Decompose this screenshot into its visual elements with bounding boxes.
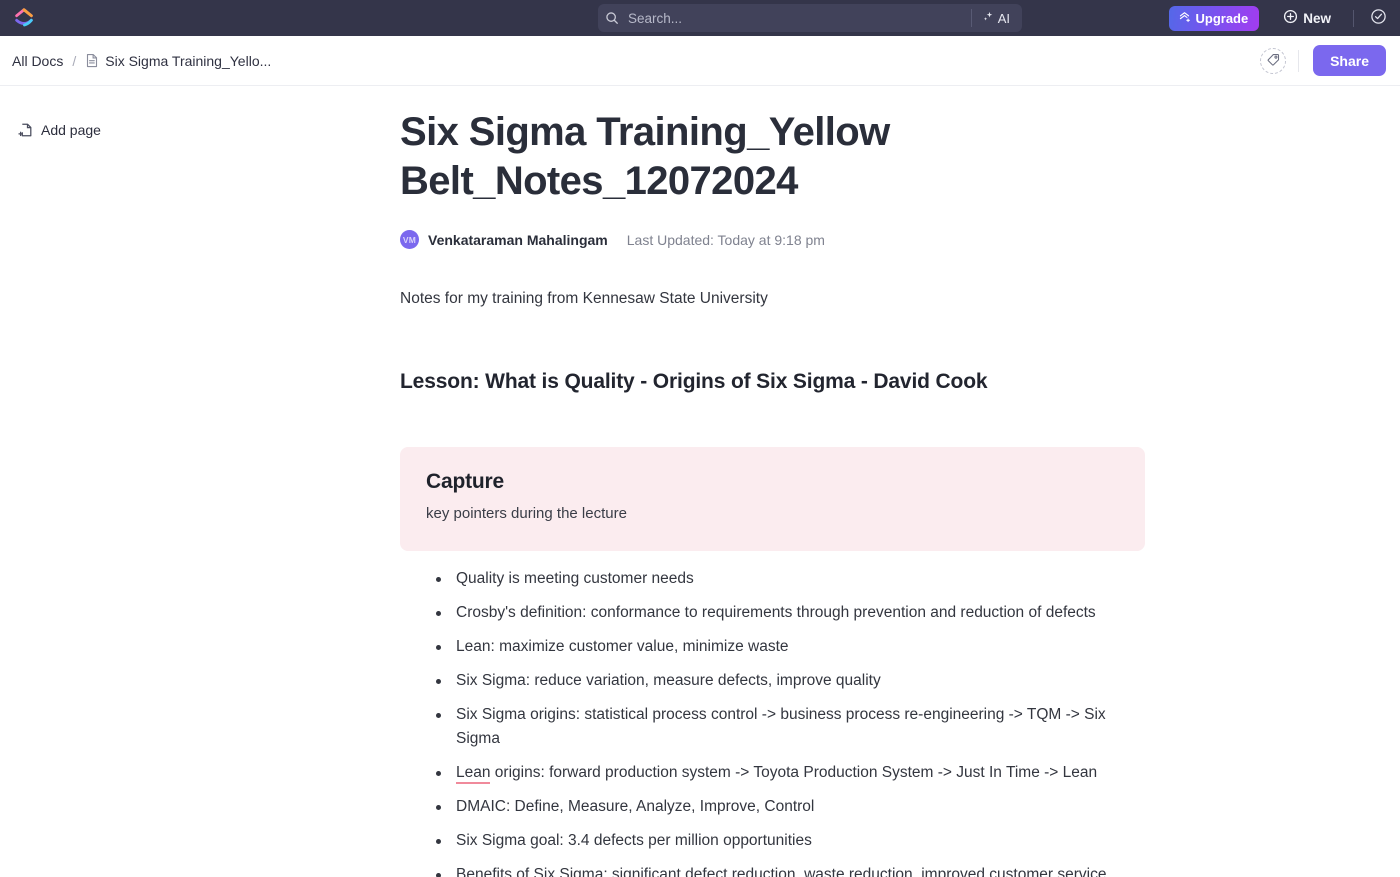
breadcrumb-bar: All Docs / Six Sigma Training_Yello... S…	[0, 36, 1400, 86]
new-button-label: New	[1303, 10, 1331, 26]
list-item[interactable]: Lean: maximize customer value, minimize …	[428, 635, 1143, 659]
breadcrumb-actions: Share	[1260, 45, 1386, 76]
share-button[interactable]: Share	[1313, 45, 1386, 76]
app-logo[interactable]	[0, 0, 48, 36]
breadcrumb-root-label: All Docs	[12, 52, 64, 69]
task-check-button[interactable]	[1364, 4, 1392, 32]
upgrade-button[interactable]: Upgrade	[1168, 5, 1260, 31]
breadcrumb-all-docs[interactable]: All Docs	[12, 53, 63, 69]
notes-bullet-list: Quality is meeting customer needs Crosby'…	[400, 567, 1145, 877]
callout-title: Capture	[426, 470, 504, 493]
breadcrumb-separator: /	[72, 52, 77, 69]
list-item[interactable]: Lean origins: forward production system …	[428, 761, 1143, 785]
list-item[interactable]: Quality is meeting customer needs	[428, 567, 1143, 591]
lead-paragraph[interactable]: Notes for my training from Kennesaw Stat…	[400, 287, 1145, 311]
breadcrumb-current-label: Six Sigma Training_Yello...	[105, 52, 272, 69]
list-item[interactable]: Crosby's definition: conformance to requ…	[428, 601, 1143, 625]
list-item[interactable]: Six Sigma goal: 3.4 defects per million …	[428, 829, 1143, 853]
plus-circle-icon	[1283, 9, 1298, 27]
author-name: Venkataraman Mahalingam	[428, 231, 608, 248]
tag-icon	[1267, 53, 1280, 69]
document-meta: VM Venkataraman Mahalingam Last Updated:…	[400, 230, 1145, 249]
document-icon	[85, 53, 99, 68]
new-button[interactable]: New	[1271, 4, 1343, 32]
lesson-heading[interactable]: Lesson: What is Quality - Origins of Six…	[400, 370, 1145, 394]
callout-subtitle: key pointers during the lecture	[426, 505, 627, 522]
doc-pages-sidebar: Add page	[0, 86, 400, 877]
add-page-button[interactable]: Add page	[12, 118, 107, 142]
page-title[interactable]: Six Sigma Training_Yellow Belt_Notes_120…	[400, 108, 920, 206]
add-tag-button[interactable]	[1260, 47, 1287, 74]
spellcheck-word[interactable]: Lean	[456, 764, 491, 784]
list-item[interactable]: Six Sigma: reduce variation, measure def…	[428, 669, 1143, 693]
document-workspace: Add page Six Sigma Training_Yellow Belt_…	[0, 86, 1400, 877]
add-page-icon	[18, 122, 33, 138]
top-navigation-bar: AI Upgrade New	[0, 0, 1400, 36]
ai-button-label: AI	[997, 10, 1010, 26]
breadcrumb-current-doc[interactable]: Six Sigma Training_Yello...	[85, 53, 271, 69]
ai-button[interactable]: AI	[972, 4, 1022, 32]
search-icon	[598, 11, 626, 25]
global-search[interactable]: AI	[598, 4, 1022, 32]
add-page-label: Add page	[41, 122, 101, 138]
check-circle-icon	[1370, 8, 1387, 28]
rocket-upgrade-icon	[1178, 10, 1191, 26]
upgrade-button-label: Upgrade	[1195, 10, 1249, 26]
topbar-actions: Upgrade New	[1168, 0, 1393, 36]
clickup-logo-icon	[15, 8, 33, 27]
list-item[interactable]: Benefits of Six Sigma: significant defec…	[428, 863, 1143, 877]
search-input[interactable]	[626, 4, 971, 32]
capture-callout[interactable]: Capture key pointers during the lecture	[400, 447, 1145, 551]
breadcrumb-action-divider	[1298, 49, 1300, 72]
last-updated-text: Last Updated: Today at 9:18 pm	[626, 231, 825, 248]
sparkle-icon	[981, 10, 995, 27]
list-item[interactable]: DMAIC: Define, Measure, Analyze, Improve…	[428, 795, 1143, 819]
document-content: Six Sigma Training_Yellow Belt_Notes_120…	[400, 86, 1400, 877]
avatar[interactable]: VM	[400, 230, 419, 249]
list-item[interactable]: Six Sigma origins: statistical process c…	[428, 703, 1143, 751]
topbar-divider	[1353, 9, 1354, 27]
